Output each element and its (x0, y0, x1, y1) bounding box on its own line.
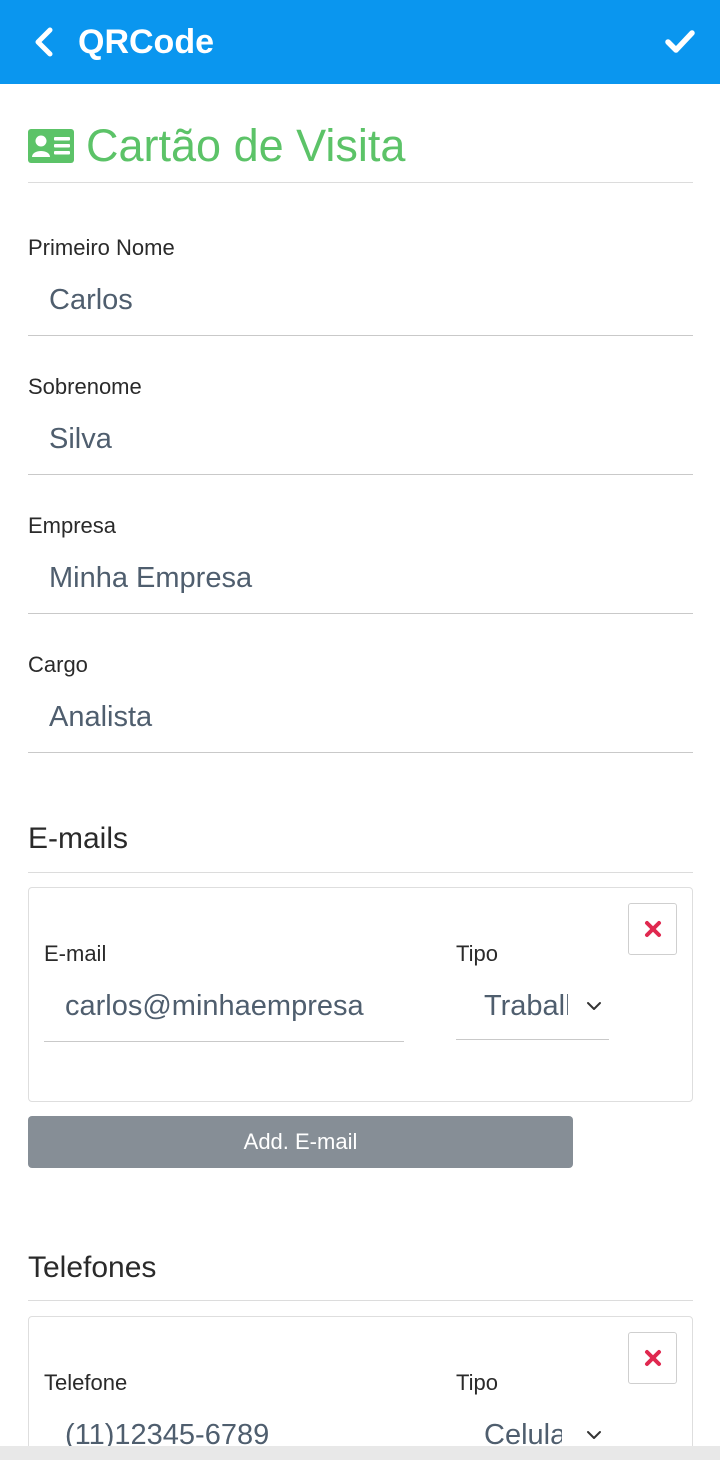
job-title-underline (28, 752, 693, 753)
first-name-underline (28, 335, 693, 336)
page-title: Cartão de Visita (86, 120, 406, 171)
company-underline (28, 613, 693, 614)
emails-section-title: E-mails (28, 822, 129, 855)
remove-email-button[interactable] (628, 903, 677, 955)
app-header: QRCode (0, 0, 720, 84)
close-x-icon (644, 1350, 661, 1366)
last-name-underline (28, 474, 693, 475)
last-name-label: Sobrenome (28, 374, 142, 399)
job-title-label: Cargo (28, 652, 88, 677)
email-type-value: Trabalho (484, 990, 568, 1022)
id-card-icon (28, 129, 74, 163)
phone-entry-card: Telefone (11)12345-6789 Tipo Celular (28, 1316, 693, 1460)
email-underline (44, 1041, 404, 1042)
remove-phone-button[interactable] (628, 1332, 677, 1384)
chevron-down-icon (587, 1431, 601, 1439)
email-type-label: Tipo (456, 941, 498, 966)
email-type-select[interactable]: Trabalho (456, 984, 609, 1040)
first-name-label: Primeiro Nome (28, 235, 175, 260)
page-heading: Cartão de Visita (28, 116, 405, 176)
divider (28, 182, 693, 183)
email-type-underline (456, 1039, 609, 1040)
bottom-edge (0, 1446, 720, 1460)
phone-field-label: Telefone (44, 1370, 128, 1395)
app-title: QRCode (78, 23, 214, 61)
divider (28, 1300, 693, 1301)
company-input[interactable]: Minha Empresa (28, 556, 693, 600)
first-name-input[interactable]: Carlos (28, 278, 693, 322)
phone-type-label: Tipo (456, 1370, 498, 1395)
close-x-icon (644, 921, 661, 937)
divider (28, 872, 693, 873)
email-entry-card: E-mail carlos@minhaempresa Tipo Trabalho (28, 887, 693, 1102)
confirm-button[interactable] (660, 22, 700, 62)
email-input[interactable]: carlos@minhaempresa (44, 984, 404, 1028)
back-button[interactable] (28, 22, 60, 62)
chevron-down-icon (587, 1002, 601, 1010)
checkmark-icon (665, 30, 695, 53)
email-field-label: E-mail (44, 941, 107, 966)
chevron-left-icon (35, 27, 53, 57)
company-label: Empresa (28, 513, 117, 538)
phones-section-title: Telefones (28, 1251, 157, 1284)
job-title-input[interactable]: Analista (28, 695, 693, 739)
add-email-button[interactable]: Add. E-mail (28, 1116, 573, 1168)
last-name-input[interactable]: Silva (28, 417, 693, 461)
